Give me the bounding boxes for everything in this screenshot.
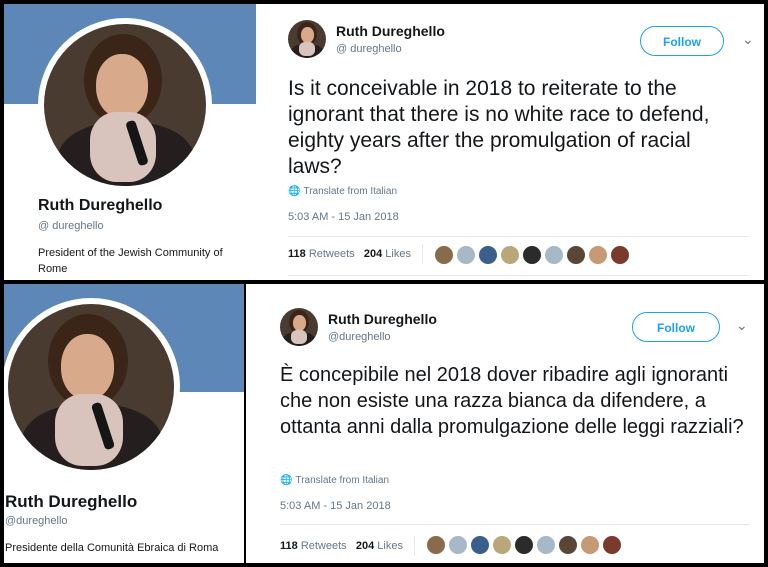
profile-name[interactable]: Ruth Dureghello [38, 197, 162, 215]
profile-avatar[interactable] [8, 304, 174, 470]
top-tweet-card: Ruth Dureghello @ dureghello Follow ⌄ Is… [256, 4, 764, 280]
chevron-down-icon[interactable]: ⌄ [742, 31, 754, 48]
liker-avatar[interactable] [470, 535, 490, 555]
tweet-text: È concepibile nel 2018 dover ribadire ag… [280, 364, 744, 438]
tweet-avatar[interactable] [288, 20, 326, 58]
bottom-tweet-card: Ruth Dureghello @dureghello Follow ⌄ È c… [246, 284, 764, 563]
profile-bio: President of the Jewish Community of Rom… [38, 247, 223, 275]
liker-avatar[interactable] [558, 535, 578, 555]
likes-stat[interactable]: 204 Likes [356, 540, 403, 552]
divider [288, 275, 748, 276]
liker-avatar[interactable] [478, 245, 498, 265]
follow-button[interactable]: Follow [632, 312, 720, 342]
liker-avatar[interactable] [566, 245, 586, 265]
globe-icon: 🌐 [288, 186, 301, 197]
liker-avatar[interactable] [588, 245, 608, 265]
tweet-text: Is it conceivable in 2018 to reiterate t… [288, 77, 710, 178]
liker-avatar[interactable] [500, 245, 520, 265]
tweet-author-name[interactable]: Ruth Dureghello [336, 23, 445, 39]
retweets-count: 118 [288, 247, 306, 260]
tweet-author-name[interactable]: Ruth Dureghello [328, 311, 437, 327]
likes-count: 204 [363, 247, 383, 260]
likers-avatars [434, 245, 630, 265]
retweets-label: Retweets [308, 247, 355, 260]
retweets-label: Retweets [300, 539, 347, 552]
translate-link[interactable]: 🌐 Translate from Italian [280, 475, 389, 486]
profile-handle[interactable]: @dureghello [5, 515, 68, 527]
top-profile-card: Ruth Dureghello @ dureghello President o… [4, 4, 256, 280]
liker-avatar[interactable] [426, 535, 446, 555]
liker-avatar[interactable] [456, 245, 476, 265]
follow-button[interactable]: Follow [640, 26, 724, 56]
retweets-count: 118 [280, 539, 298, 552]
profile-name[interactable]: Ruth Dureghello [5, 492, 137, 512]
bottom-profile-card: Ruth Dureghello @dureghello Presidente d… [4, 284, 244, 563]
tweet-author-handle[interactable]: @ dureghello [336, 43, 402, 55]
likes-label: Likes [377, 539, 403, 552]
tweet-timestamp[interactable]: 5:03 AM - 15 Jan 2018 [280, 500, 391, 512]
liker-avatar[interactable] [610, 245, 630, 265]
divider [288, 236, 748, 237]
tweet-timestamp[interactable]: 5:03 AM - 15 Jan 2018 [288, 211, 399, 223]
liker-avatar[interactable] [602, 535, 622, 555]
tweet-author-handle[interactable]: @dureghello [328, 331, 391, 343]
likes-stat[interactable]: 204 Likes [364, 248, 411, 260]
liker-avatar[interactable] [536, 535, 556, 555]
divider [280, 524, 750, 525]
liker-avatar[interactable] [522, 245, 542, 265]
likes-count: 204 [355, 539, 375, 552]
liker-avatar[interactable] [544, 245, 564, 265]
tweet-stats: 118 Retweets 204 Likes [280, 536, 423, 556]
profile-bio: Presidente della Comunità Ebraica di Rom… [5, 542, 219, 554]
liker-avatar[interactable] [434, 245, 454, 265]
translate-label: Translate from Italian [303, 186, 398, 197]
translate-link[interactable]: 🌐 Translate from Italian [288, 186, 397, 197]
liker-avatar[interactable] [580, 535, 600, 555]
liker-avatar[interactable] [492, 535, 512, 555]
retweets-stat[interactable]: 118 Retweets [280, 540, 347, 552]
retweets-stat[interactable]: 118 Retweets [288, 248, 355, 260]
liker-avatar[interactable] [448, 535, 468, 555]
liker-avatar[interactable] [514, 535, 534, 555]
chevron-down-icon[interactable]: ⌄ [736, 317, 748, 334]
tweet-avatar[interactable] [280, 308, 318, 346]
likes-label: Likes [385, 247, 411, 260]
likers-avatars [426, 535, 622, 555]
translate-label: Translate from Italian [295, 475, 390, 486]
profile-handle[interactable]: @ dureghello [38, 220, 104, 232]
profile-avatar[interactable] [44, 24, 206, 186]
tweet-stats: 118 Retweets 204 Likes [288, 244, 431, 264]
globe-icon: 🌐 [280, 475, 293, 486]
